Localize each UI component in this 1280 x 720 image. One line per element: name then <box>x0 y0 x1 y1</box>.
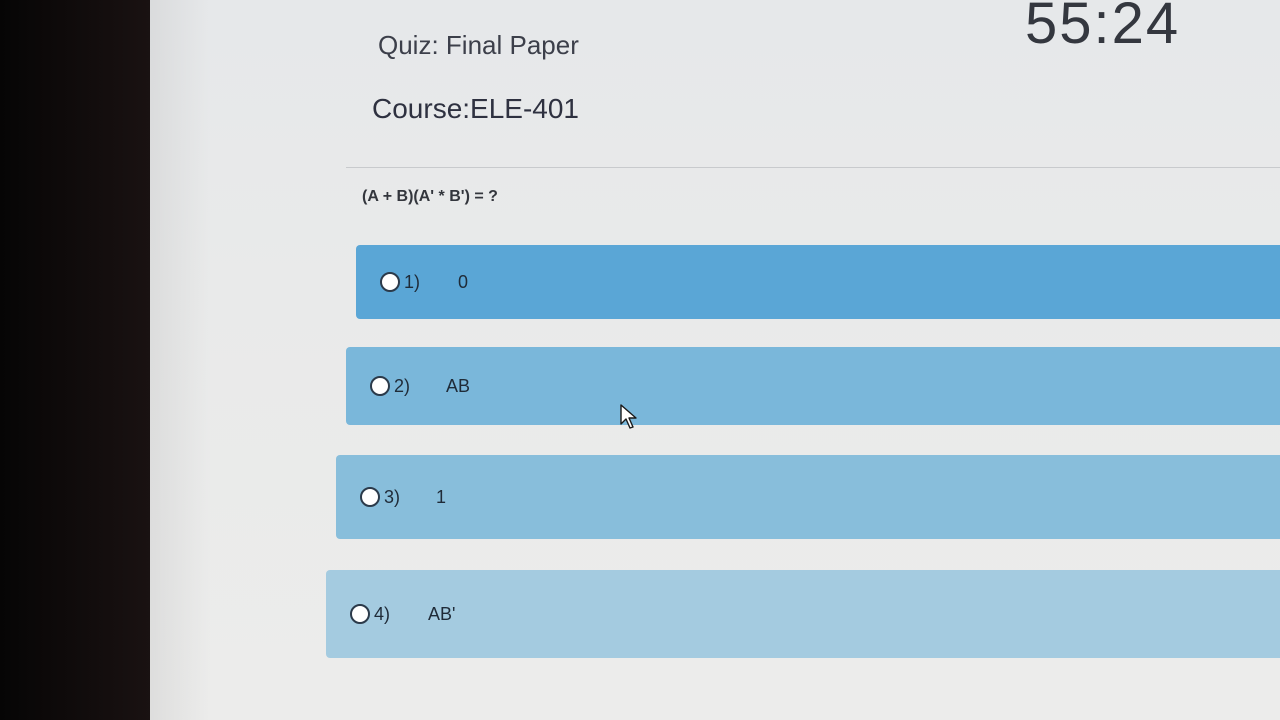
answer-option-2[interactable]: 2) AB <box>346 347 1280 425</box>
header-divider <box>346 167 1280 168</box>
option-number: 2) <box>394 375 411 396</box>
option-number: 1) <box>404 271 421 292</box>
quiz-title: Quiz: Final Paper <box>378 30 579 60</box>
answer-option-4[interactable]: 4) AB' <box>326 570 1280 658</box>
option-value: AB <box>446 375 471 396</box>
radio-empty-icon[interactable] <box>380 272 400 292</box>
course-label: Course:ELE-401 <box>372 93 580 124</box>
question-text: (A + B)(A' * B') = ? <box>362 188 498 205</box>
answer-option-3[interactable]: 3) 1 <box>336 455 1280 539</box>
option-value: 0 <box>458 271 469 292</box>
screen-edge-shade <box>150 0 210 720</box>
option-number: 4) <box>374 603 391 624</box>
answer-option-1[interactable]: 1) 0 <box>356 245 1280 319</box>
option-value: AB' <box>428 603 456 624</box>
radio-empty-icon[interactable] <box>370 376 390 396</box>
radio-empty-icon[interactable] <box>350 604 370 624</box>
countdown-timer: 55:24 <box>1025 0 1181 56</box>
quiz-screen: 55:24 Quiz: Final Paper Course:ELE-401 (… <box>150 0 1280 720</box>
radio-empty-icon[interactable] <box>360 487 380 507</box>
mouse-pointer-icon <box>620 404 637 429</box>
option-value: 1 <box>436 486 447 507</box>
option-number: 3) <box>384 486 401 507</box>
